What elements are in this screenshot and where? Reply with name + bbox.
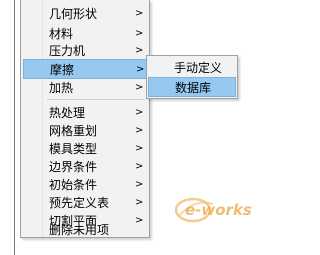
menu-item-label: 压力机 (49, 44, 86, 58)
menu-item-boundary-conditions[interactable]: 边界条件 > (23, 157, 147, 177)
submenu-item-label: 手动定义 (174, 61, 223, 75)
menu-item-label: 边界条件 (49, 160, 98, 174)
menu-item-label: 预先定义表 (49, 196, 110, 210)
submenu-arrow-icon: > (135, 197, 144, 208)
menu-item-initial-conditions[interactable]: 初始条件 > (23, 175, 147, 195)
submenu-arrow-icon: > (135, 161, 144, 172)
menu-item-label: 材料 (49, 27, 74, 41)
submenu-item-label: 数据库 (175, 81, 212, 95)
window-edge-line (14, 0, 15, 255)
submenu-arrow-icon: > (135, 8, 144, 19)
screen: 几何形状 > 材料 > 压力机 > 摩擦 > 加热 > 热处理 > 网格重划 > (0, 0, 270, 255)
menu-item-delete-unused[interactable]: 删除未用项 (23, 218, 147, 238)
submenu-item-manual-define[interactable]: 手动定义 (148, 58, 236, 78)
menu-item-label: 热处理 (49, 106, 86, 120)
menu-item-remeshing[interactable]: 网格重划 > (23, 121, 147, 141)
menu-item-label: 几何形状 (49, 7, 98, 21)
menu-item-geometry[interactable]: 几何形状 > (23, 4, 147, 24)
submenu-arrow-icon: > (135, 28, 144, 39)
menu-item-friction[interactable]: 摩擦 > (23, 59, 147, 79)
context-menu: 几何形状 > 材料 > 压力机 > 摩擦 > 加热 > 热处理 > 网格重划 > (20, 0, 150, 238)
menu-item-heat-treatment[interactable]: 热处理 > (23, 103, 147, 123)
menu-item-press[interactable]: 压力机 > (23, 41, 147, 61)
menu-item-label: 模具类型 (49, 142, 98, 156)
menu-item-heating[interactable]: 加热 > (23, 78, 147, 98)
menu-item-label: 初始条件 (49, 178, 98, 192)
submenu-arrow-icon: > (135, 143, 144, 154)
eworks-watermark-logo: e-works (174, 197, 252, 223)
friction-submenu: 手动定义 数据库 (146, 55, 238, 99)
submenu-arrow-icon: > (135, 45, 144, 56)
menu-item-die-type[interactable]: 模具类型 > (23, 139, 147, 159)
submenu-arrow-icon: > (136, 64, 145, 75)
submenu-arrow-icon: > (135, 125, 144, 136)
menu-item-predefined-tables[interactable]: 预先定义表 > (23, 193, 147, 213)
submenu-arrow-icon: > (135, 82, 144, 93)
menu-item-label: 摩擦 (50, 63, 75, 77)
menu-separator (47, 99, 145, 100)
submenu-arrow-icon: > (135, 179, 144, 190)
menu-item-label: 网格重划 (49, 124, 98, 138)
submenu-item-database[interactable]: 数据库 (148, 77, 236, 97)
watermark-text: e-works (185, 201, 252, 219)
submenu-arrow-icon: > (135, 107, 144, 118)
menu-item-label: 加热 (49, 81, 74, 95)
menu-item-label: 删除未用项 (49, 223, 110, 237)
